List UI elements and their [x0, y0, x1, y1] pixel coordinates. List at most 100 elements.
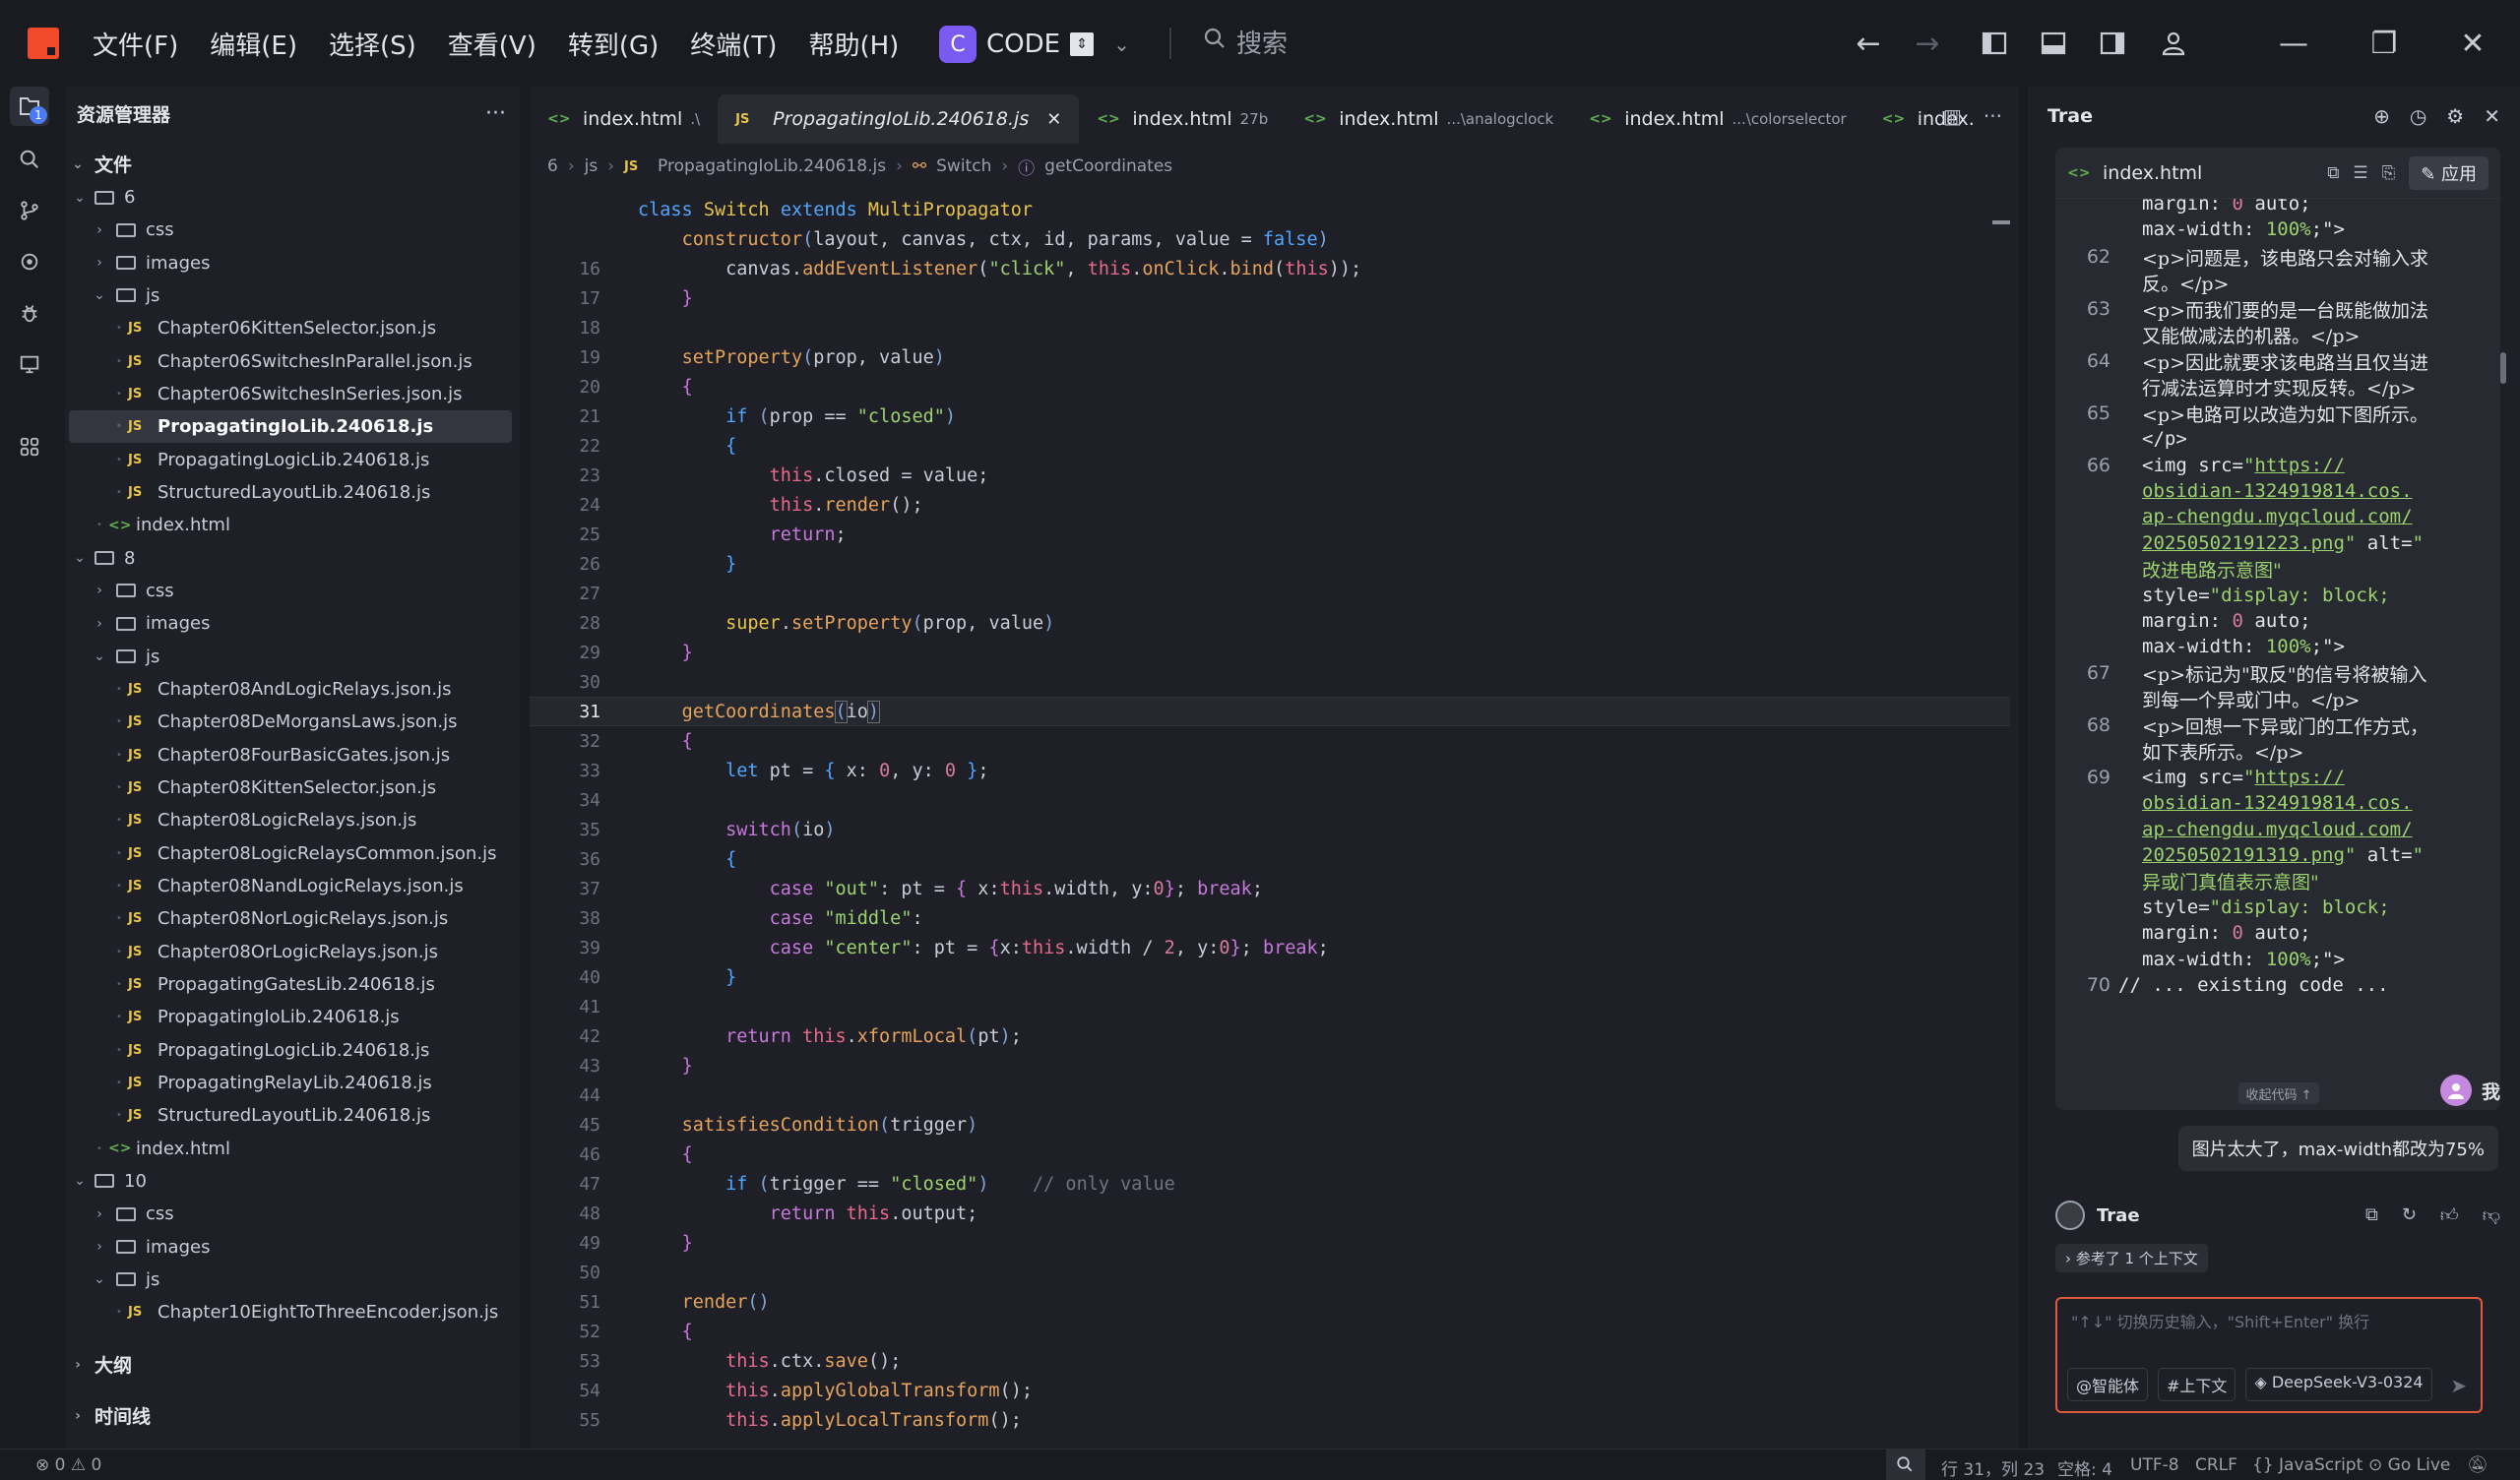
tree-folder[interactable]: › css: [69, 575, 512, 607]
language-mode[interactable]: {} JavaScript: [2252, 1455, 2362, 1475]
tree-file[interactable]: • <> index.html: [69, 509, 512, 541]
chevron-down-icon[interactable]: ⌄: [1113, 32, 1130, 56]
tab-index-html-colorselector[interactable]: <> index.html ...\colorselector: [1571, 94, 1864, 144]
menu-view[interactable]: 查看(V): [448, 26, 536, 62]
tree-folder[interactable]: ⌄ js: [69, 641, 512, 673]
menu-go[interactable]: 转到(G): [568, 26, 659, 62]
extensions-icon[interactable]: [10, 427, 49, 466]
explorer-icon[interactable]: 1: [10, 87, 49, 126]
tree-file[interactable]: • JS Chapter06SwitchesInParallel.json.js: [69, 345, 512, 378]
close-icon[interactable]: ✕: [1046, 109, 1061, 130]
tree-file[interactable]: • JS PropagatingRelayLib.240618.js: [69, 1067, 512, 1099]
menu-edit[interactable]: 编辑(E): [210, 26, 297, 62]
zoom-icon[interactable]: [1896, 1455, 1914, 1478]
tree-folder[interactable]: › images: [69, 607, 512, 640]
search-box[interactable]: 搜索: [1203, 24, 1288, 60]
menu-selection[interactable]: 选择(S): [329, 26, 416, 62]
line-ending[interactable]: CRLF: [2195, 1455, 2237, 1475]
model-selector[interactable]: ◈ DeepSeek-V3-0324: [2245, 1368, 2432, 1401]
chat-input[interactable]: "↑↓" 切换历史输入，"Shift+Enter" 换行 @智能体 #上下文 ◈…: [2055, 1297, 2483, 1413]
more-actions-icon[interactable]: ···: [1984, 104, 2002, 128]
indentation[interactable]: 空格: 4: [2057, 1455, 2112, 1480]
tree-folder[interactable]: › css: [69, 214, 512, 246]
diff-icon[interactable]: ⎘: [2382, 163, 2396, 183]
thumbs-up-icon[interactable]: 👍︎: [2440, 1204, 2459, 1226]
preview-icon[interactable]: [10, 344, 49, 384]
apply-button[interactable]: ✎ 应用: [2409, 155, 2488, 190]
tree-file[interactable]: • JS Chapter08DeMorgansLaws.json.js: [69, 706, 512, 738]
new-chat-icon[interactable]: ⊕: [2373, 104, 2390, 128]
send-icon[interactable]: ➤: [2450, 1374, 2467, 1397]
breadcrumb-item[interactable]: Switch: [936, 156, 991, 176]
menu-file[interactable]: 文件(F): [93, 26, 178, 62]
account-icon[interactable]: [2156, 26, 2191, 61]
tree-file[interactable]: • JS PropagatingIoLib.240618.js: [69, 1001, 512, 1033]
tree-file[interactable]: • JS Chapter10EightToThreeEncoder.json.js: [69, 1296, 512, 1328]
code-view[interactable]: class Switch extends MultiPropagator con…: [530, 195, 2018, 1449]
tree-folder[interactable]: ⌄ js: [69, 1264, 512, 1296]
tab-index-html-analogclock[interactable]: <> index.html ...\analogclock: [1286, 94, 1571, 144]
outline-section-header[interactable]: › 大纲: [69, 1348, 512, 1381]
toggle-sidebar-icon[interactable]: [1977, 26, 2012, 61]
debug-icon[interactable]: [10, 293, 49, 333]
breadcrumb-item[interactable]: 6: [547, 156, 558, 176]
tree-file[interactable]: • JS Chapter08AndLogicRelays.json.js: [69, 673, 512, 706]
cursor-position[interactable]: 行 31，列 23: [1941, 1455, 2045, 1480]
thumbs-down-icon[interactable]: 👎︎: [2483, 1204, 2500, 1226]
tree-folder[interactable]: › css: [69, 1198, 512, 1230]
tree-folder[interactable]: › images: [69, 247, 512, 279]
tree-folder[interactable]: ⌄ 8: [69, 542, 512, 575]
tree-file[interactable]: • JS Chapter08FourBasicGates.json.js: [69, 739, 512, 771]
minimize-icon[interactable]: —: [2276, 26, 2311, 61]
breadcrumb-item[interactable]: js: [585, 156, 598, 176]
tree-file[interactable]: • JS Chapter06SwitchesInSeries.json.js: [69, 378, 512, 410]
tree-folder[interactable]: ⌄ js: [69, 279, 512, 312]
source-control-icon[interactable]: [10, 191, 49, 230]
toggle-secondary-sidebar-icon[interactable]: [2095, 26, 2130, 61]
remote-icon[interactable]: [10, 242, 49, 281]
tree-folder[interactable]: ⌄ 6: [69, 181, 512, 214]
insert-icon[interactable]: ☰: [2353, 163, 2367, 183]
tree-file[interactable]: • JS PropagatingLogicLib.240618.js: [69, 1034, 512, 1067]
close-icon[interactable]: ✕: [2484, 104, 2500, 128]
code-card-scrollbar[interactable]: [2500, 352, 2506, 384]
tree-file[interactable]: • JS Chapter08LogicRelaysCommon.json.js: [69, 837, 512, 870]
split-editor-icon[interactable]: ▥: [1943, 104, 1962, 128]
tree-folder[interactable]: › images: [69, 1231, 512, 1264]
tree-file[interactable]: • <> index.html: [69, 1133, 512, 1165]
tree-file[interactable]: • JS PropagatingGatesLib.240618.js: [69, 968, 512, 1001]
tree-file[interactable]: • JS PropagatingIoLib.240618.js: [69, 410, 512, 444]
close-icon[interactable]: ✕: [2455, 26, 2490, 61]
copy-icon[interactable]: ⧉: [2365, 1204, 2378, 1226]
breadcrumb-item[interactable]: getCoordinates: [1044, 156, 1172, 176]
toggle-panel-icon[interactable]: [2036, 26, 2071, 61]
timeline-section-header[interactable]: › 时间线: [69, 1399, 512, 1432]
menu-terminal[interactable]: 终端(T): [690, 26, 777, 62]
more-actions-icon[interactable]: ···: [485, 101, 506, 126]
context-reference-chip[interactable]: › 参考了 1 个上下文: [2055, 1244, 2208, 1272]
problems-indicator[interactable]: ⊗ 0 ⚠ 0: [35, 1455, 101, 1475]
tree-file[interactable]: • JS Chapter08NandLogicRelays.json.js: [69, 870, 512, 902]
files-section-header[interactable]: ⌄ 文件: [69, 148, 512, 180]
regenerate-icon[interactable]: ↻: [2402, 1204, 2417, 1226]
encoding[interactable]: UTF-8: [2130, 1455, 2179, 1475]
back-arrow-icon[interactable]: ←: [1851, 26, 1886, 61]
forward-arrow-icon[interactable]: →: [1910, 26, 1945, 61]
tree-file[interactable]: • JS Chapter08NorLogicRelays.json.js: [69, 902, 512, 935]
agent-button[interactable]: @智能体: [2067, 1368, 2149, 1401]
project-switcher[interactable]: C CODE ⇕ ⌄: [939, 26, 1130, 63]
tree-file[interactable]: • JS StructuredLayoutLib.240618.js: [69, 1099, 512, 1132]
tree-file[interactable]: • JS PropagatingLogicLib.240618.js: [69, 444, 512, 476]
breadcrumb-item[interactable]: PropagatingIoLib.240618.js: [658, 156, 886, 176]
restore-icon[interactable]: ❐: [2366, 26, 2402, 61]
tree-file[interactable]: • JS Chapter06KittenSelector.json.js: [69, 312, 512, 344]
tree-file[interactable]: • JS Chapter08KittenSelector.json.js: [69, 771, 512, 804]
copy-icon[interactable]: ⧉: [2327, 163, 2339, 183]
context-button[interactable]: #上下文: [2158, 1368, 2236, 1401]
notifications-off-icon[interactable]: 🔕︎: [2467, 1455, 2488, 1475]
gear-icon[interactable]: ⚙: [2446, 104, 2464, 128]
collapse-code-button[interactable]: 收起代码 ↑: [2238, 1082, 2319, 1104]
menu-help[interactable]: 帮助(H): [808, 26, 899, 62]
tab-propagatingiolib[interactable]: JS PropagatingIoLib.240618.js ✕: [718, 94, 1080, 144]
scrollbar-marker[interactable]: [1992, 220, 2010, 224]
